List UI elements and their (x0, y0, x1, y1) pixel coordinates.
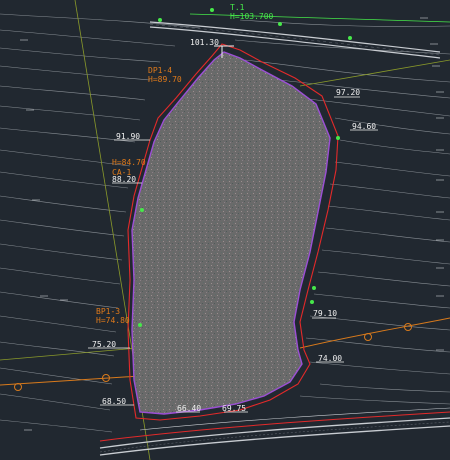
map-drawing (0, 0, 450, 460)
bp1-elevation: H=74.80 (96, 316, 130, 325)
elevation-91: 91.90 (116, 132, 141, 141)
bp1-label: BP1-3 (96, 307, 121, 316)
elevation-69: 69.75 (222, 404, 247, 413)
elevation-79: 79.10 (313, 309, 338, 318)
elevation-74: 74.00 (318, 354, 343, 363)
elevation-crest: 101.30 (190, 38, 219, 47)
site-fill (131, 51, 331, 415)
survey-point-name: T.1 (230, 3, 245, 12)
map-canvas: T.1 H=103.700 101.30 97.20 94.60 91.90 8… (0, 0, 450, 460)
elevation-66: 66.40 (177, 404, 202, 413)
road-bottom (99, 407, 450, 456)
elevation-75: 75.20 (92, 340, 117, 349)
survey-point-elevation: H=103.700 (230, 12, 274, 21)
elevation-94: 94.60 (352, 122, 377, 131)
ca-label: CA-1 (112, 168, 132, 177)
dp1-elevation: H=89.70 (148, 75, 182, 84)
elevation-97: 97.20 (336, 88, 361, 97)
dp1-label: DP1-4 (148, 66, 173, 75)
elevation-68: 68.50 (102, 397, 127, 406)
ca-elevation: H=84.70 (112, 158, 146, 167)
